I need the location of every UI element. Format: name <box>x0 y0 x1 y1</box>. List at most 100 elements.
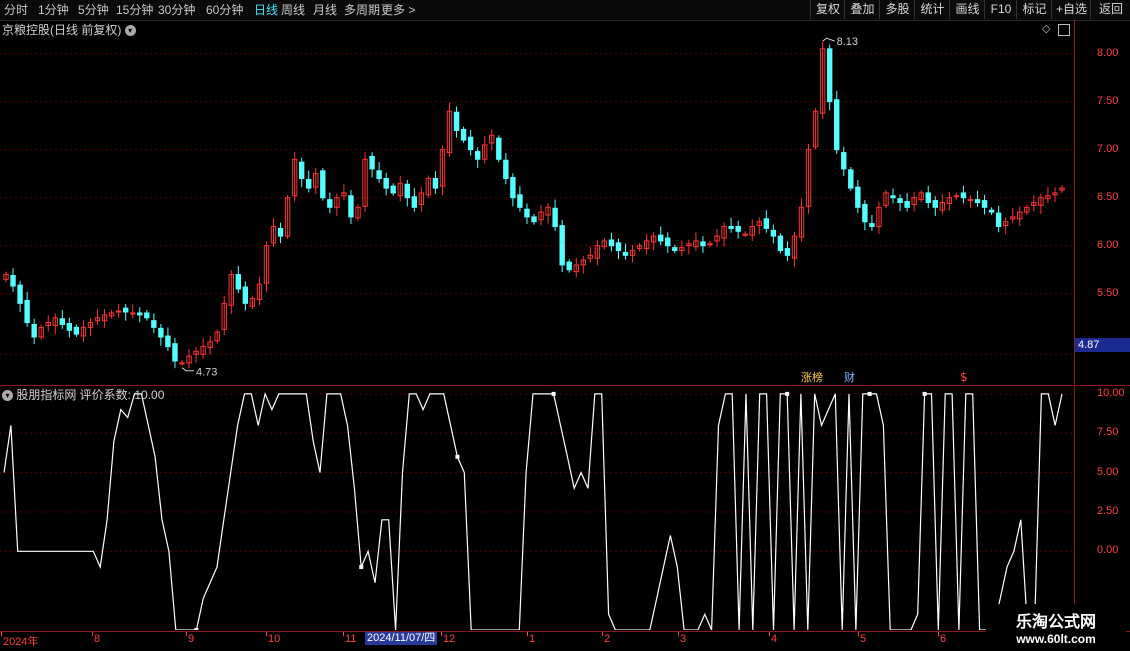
toolbar-button-6[interactable]: 标记 <box>1016 0 1052 19</box>
indicator-point <box>922 391 927 396</box>
candle <box>115 303 122 318</box>
chevron-down-icon[interactable]: ▾ <box>124 25 136 37</box>
tab-2[interactable]: 5分钟 <box>78 2 109 18</box>
candle <box>411 188 418 212</box>
toolbar-button-4[interactable]: 画线 <box>949 0 985 19</box>
candle <box>559 219 565 273</box>
dividend-marker[interactable]: $ <box>960 370 968 384</box>
candle <box>988 207 995 215</box>
tab-3[interactable]: 15分钟 <box>116 2 153 18</box>
tab-5[interactable]: 60分钟 <box>206 2 243 18</box>
candle <box>496 135 502 163</box>
price-tick-label: 6.50 <box>1097 190 1119 203</box>
candle <box>242 281 249 311</box>
tab-4[interactable]: 30分钟 <box>158 2 195 18</box>
candle <box>1038 193 1044 215</box>
candle <box>679 240 685 257</box>
candle <box>228 270 234 314</box>
tab-10[interactable]: 更多 > <box>381 2 415 18</box>
candle <box>73 324 80 337</box>
candle <box>298 157 305 188</box>
candle <box>390 183 396 196</box>
candle <box>925 185 931 209</box>
tab-0[interactable]: 分时 <box>4 2 28 18</box>
toolbar-button-5[interactable]: F10 <box>984 0 1017 19</box>
time-tick <box>441 632 442 636</box>
candle <box>334 193 340 216</box>
candle <box>834 91 840 154</box>
candle <box>369 152 375 178</box>
current-price-badge: 4.87 <box>1075 338 1130 352</box>
candle <box>798 198 805 242</box>
low-price-pointer <box>181 367 194 372</box>
candle <box>284 194 291 239</box>
tab-9[interactable]: 多周期 <box>344 2 380 18</box>
time-tick-label: 2024年 <box>3 636 39 648</box>
main-chart-settings[interactable]: ◇ <box>1040 22 1072 38</box>
candle <box>320 167 326 201</box>
toolbar-button-3[interactable]: 统计 <box>914 0 950 19</box>
time-tick <box>343 632 344 636</box>
candle <box>869 214 875 231</box>
candle <box>108 310 115 319</box>
main-chart-title-text: 京粮控股(日线 前复权) <box>2 23 122 37</box>
candle <box>87 318 94 337</box>
candle <box>122 303 129 321</box>
candle <box>80 320 87 342</box>
panel-toggle-icon[interactable] <box>1058 24 1070 36</box>
finance-marker[interactable]: 财 <box>844 370 855 384</box>
candle <box>327 192 333 214</box>
candle <box>17 280 23 312</box>
candle <box>10 268 16 292</box>
candle <box>517 186 523 212</box>
indicator-line <box>3 391 1063 630</box>
candle <box>383 172 389 196</box>
tab-8[interactable]: 月线 <box>313 2 337 18</box>
candle <box>953 192 960 200</box>
candle <box>214 329 220 344</box>
candle <box>700 236 706 253</box>
chevron-down-icon[interactable]: ▾ <box>2 390 13 402</box>
tab-1[interactable]: 1分钟 <box>38 2 69 18</box>
candlestick-chart[interactable]: 8.13 4.73 涨榜 财 $ <box>0 20 1074 385</box>
time-tick <box>527 632 528 636</box>
zhangbang-marker[interactable]: 涨榜 <box>801 370 823 384</box>
candle <box>876 201 882 234</box>
indicator-point <box>785 391 790 396</box>
indicator-chart[interactable] <box>0 386 1074 630</box>
candle <box>629 244 636 263</box>
candle <box>137 307 143 323</box>
candle <box>967 195 974 209</box>
candle <box>939 193 946 215</box>
candle <box>552 199 558 231</box>
candle <box>742 231 748 238</box>
indicator-point <box>455 454 460 459</box>
toolbar-button-2[interactable]: 多股 <box>879 0 915 19</box>
toolbar-button-8[interactable]: 返回 <box>1090 0 1130 19</box>
candle <box>784 241 791 262</box>
time-tick <box>678 632 679 636</box>
watermark-url: www.60lt.com <box>1016 632 1096 646</box>
time-tick <box>602 632 603 636</box>
diamond-icon[interactable]: ◇ <box>1042 22 1050 35</box>
candle <box>911 191 917 212</box>
candle <box>841 146 847 177</box>
candle <box>995 205 1002 233</box>
tab-7[interactable]: 周线 <box>281 2 305 18</box>
candle <box>474 147 481 168</box>
tab-6[interactable]: 日线 <box>254 2 278 18</box>
candle <box>883 190 889 209</box>
toolbar-button-7[interactable]: +自选 <box>1051 0 1091 19</box>
candle <box>453 106 460 138</box>
toolbar-button-0[interactable]: 复权 <box>810 0 845 19</box>
indicator-point <box>359 565 364 570</box>
candle <box>545 202 551 224</box>
candle <box>425 175 432 198</box>
candle <box>862 200 868 231</box>
toolbar-button-1[interactable]: 叠加 <box>844 0 880 19</box>
candle <box>172 337 178 369</box>
indicator-title-text: 股朋指标网 评价系数: 10.00 <box>16 388 165 402</box>
candle <box>1052 187 1058 203</box>
candle <box>151 313 157 334</box>
candle <box>165 327 171 351</box>
